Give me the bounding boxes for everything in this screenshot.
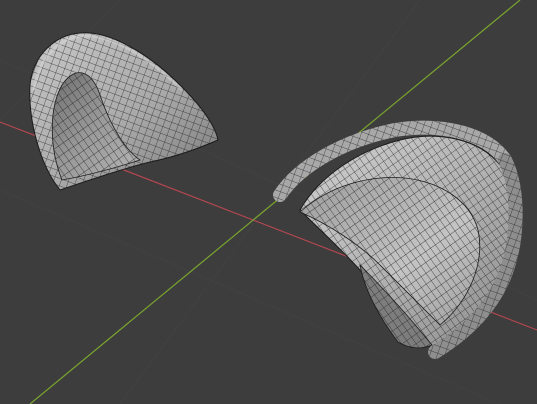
ear-mesh-right[interactable]	[273, 120, 523, 359]
viewport-scene[interactable]	[0, 0, 537, 404]
3d-viewport[interactable]	[0, 0, 537, 404]
ear-mesh-left[interactable]	[29, 32, 219, 191]
